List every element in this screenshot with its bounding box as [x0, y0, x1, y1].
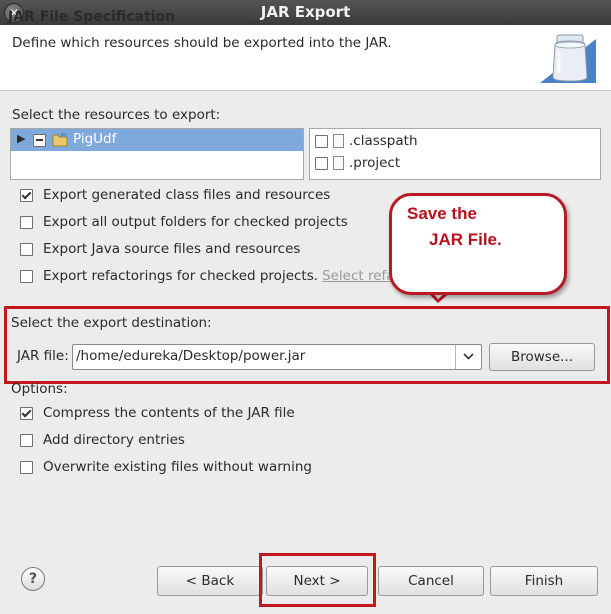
options-label: Options: [11, 381, 68, 397]
option-add-directory-entries[interactable]: Add directory entries [20, 431, 185, 449]
expand-arrow-icon[interactable]: ▶ [17, 132, 25, 145]
checkbox[interactable] [20, 242, 33, 256]
option-export-output-folders[interactable]: Export all output folders for checked pr… [20, 213, 348, 231]
option-label: Add directory entries [43, 432, 185, 448]
cancel-button[interactable]: Cancel [378, 566, 484, 596]
option-export-class-files[interactable]: Export generated class files and resourc… [20, 186, 330, 204]
option-compress[interactable]: Compress the contents of the JAR file [20, 404, 295, 422]
callout-text-line1: Save the [407, 204, 477, 223]
checkbox[interactable] [20, 269, 33, 283]
option-label: Export refactorings for checked projects… [43, 268, 319, 284]
option-label: Export Java source files and resources [43, 241, 301, 257]
option-overwrite-files[interactable]: Overwrite existing files without warning [20, 458, 312, 476]
option-label: Export all output folders for checked pr… [43, 214, 348, 230]
page-description: Define which resources should be exporte… [12, 35, 392, 51]
file-icon [333, 156, 344, 170]
checkbox[interactable] [20, 460, 33, 474]
finish-button[interactable]: Finish [490, 566, 598, 596]
file-icon [333, 134, 344, 148]
project-checkbox[interactable] [33, 134, 46, 147]
option-export-source-files[interactable]: Export Java source files and resources [20, 240, 300, 258]
project-tree[interactable]: ▶ PigUdf [10, 128, 304, 180]
tree-row-selected[interactable]: ▶ PigUdf [11, 129, 303, 151]
option-label: Overwrite existing files without warning [43, 459, 312, 475]
option-label: Export generated class files and resourc… [43, 187, 331, 203]
list-item[interactable]: .project [315, 155, 400, 171]
checkbox[interactable] [20, 433, 33, 447]
checkbox[interactable] [20, 215, 33, 229]
project-folder-icon [52, 133, 68, 147]
destination-highlight-box [4, 306, 610, 384]
file-checkbox[interactable] [315, 156, 328, 170]
project-name: PigUdf [73, 131, 117, 147]
file-name: .project [349, 155, 401, 171]
jar-icon [540, 34, 596, 83]
window-title: JAR Export [260, 3, 351, 21]
callout-text-line2: JAR File. [429, 230, 502, 249]
file-checkbox[interactable] [315, 134, 328, 148]
next-highlight-box [259, 553, 376, 607]
help-icon[interactable]: ? [21, 567, 45, 591]
back-button[interactable]: < Back [157, 566, 263, 596]
checkbox[interactable] [20, 406, 33, 420]
resources-label: Select the resources to export: [12, 107, 221, 123]
files-list[interactable]: .classpath .project [309, 128, 601, 180]
checkbox[interactable] [20, 188, 33, 202]
file-name: .classpath [349, 133, 418, 149]
option-export-refactorings[interactable]: Export refactorings for checked projects… [20, 267, 402, 285]
option-label: Compress the contents of the JAR file [43, 405, 295, 421]
list-item[interactable]: .classpath [315, 133, 418, 149]
page-title: JAR File Specification [8, 9, 176, 25]
